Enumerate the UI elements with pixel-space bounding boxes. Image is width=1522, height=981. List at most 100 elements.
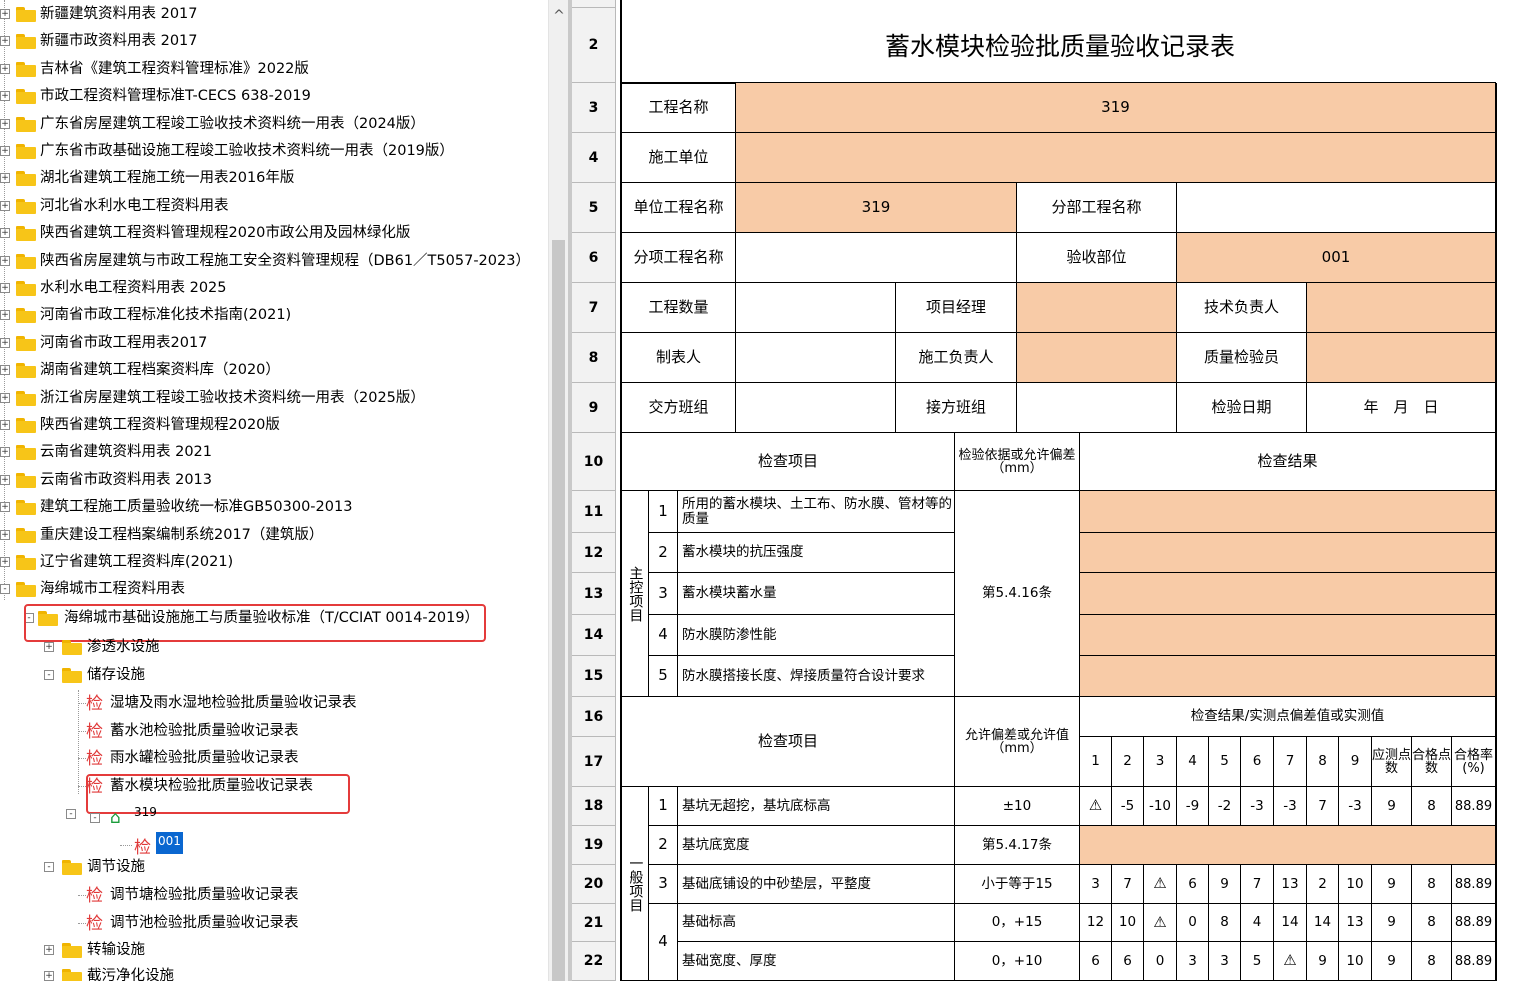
- expander-icon[interactable]: +: [0, 475, 10, 485]
- label-tabulator[interactable]: 制表人: [622, 333, 736, 383]
- tree-item-form[interactable]: 检雨水罐检验批质量验收记录表: [78, 745, 548, 771]
- row-header[interactable]: 19: [572, 826, 616, 865]
- general-item-tolerance[interactable]: 第5.4.17条: [955, 826, 1080, 865]
- expander-icon[interactable]: +: [0, 228, 10, 238]
- input-cell[interactable]: [736, 283, 896, 333]
- header-check-item[interactable]: 检查项目: [622, 433, 955, 491]
- point-value[interactable]: 7: [1307, 787, 1339, 826]
- point-number-header[interactable]: 8: [1307, 737, 1339, 787]
- main-item-text[interactable]: 蓄水模块蓄水量: [678, 573, 955, 615]
- point-value[interactable]: 3: [1209, 942, 1241, 981]
- pass-points[interactable]: 8: [1412, 865, 1452, 904]
- row-header[interactable]: 15: [572, 656, 616, 697]
- point-value[interactable]: 10: [1339, 942, 1372, 981]
- expander-icon[interactable]: +: [0, 119, 10, 129]
- label-construction-lead[interactable]: 施工负责人: [896, 333, 1017, 383]
- expander-icon[interactable]: +: [0, 201, 10, 211]
- input-cell[interactable]: [736, 383, 896, 433]
- general-item-text[interactable]: 基础标高: [678, 904, 955, 942]
- expander-icon[interactable]: +: [0, 283, 10, 293]
- label-takeover-shift[interactable]: 接方班组: [896, 383, 1017, 433]
- main-item-result[interactable]: [1080, 615, 1496, 656]
- tree-item[interactable]: + 广东省房屋建筑工程竣工验收技术资料统一用表（2024版）: [0, 111, 548, 137]
- point-value[interactable]: 2: [1307, 865, 1339, 904]
- label-pm[interactable]: 项目经理: [896, 283, 1017, 333]
- point-value[interactable]: -3: [1241, 787, 1274, 826]
- point-value[interactable]: 7: [1241, 865, 1274, 904]
- tree-item[interactable]: + 浙江省房屋建筑工程竣工验收技术资料统一用表（2025版）: [0, 385, 548, 411]
- expander-icon[interactable]: +: [0, 365, 10, 375]
- pass-rate[interactable]: 88.89: [1452, 942, 1496, 981]
- tree-item-form[interactable]: 检调节池检验批质量验收记录表: [78, 910, 548, 936]
- point-value[interactable]: 14: [1274, 904, 1307, 942]
- label-subitem-project[interactable]: 分项工程名称: [622, 233, 736, 283]
- inspection-part-value[interactable]: 001: [1177, 233, 1496, 283]
- header-basis[interactable]: 检验依据或允许偏差（mm）: [955, 433, 1080, 491]
- expander-icon[interactable]: +: [0, 146, 10, 156]
- point-value[interactable]: -3: [1274, 787, 1307, 826]
- tree-item[interactable]: + 辽宁省建筑工程资料库(2021): [0, 549, 548, 575]
- main-item-no[interactable]: 1: [649, 491, 678, 533]
- row-header[interactable]: 17: [572, 737, 616, 787]
- label-inspection-part[interactable]: 验收部位: [1017, 233, 1177, 283]
- label-date-val[interactable]: 年 月 日: [1307, 383, 1496, 433]
- tree-item[interactable]: + 新疆市政资料用表 2017: [0, 28, 548, 54]
- point-value[interactable]: 3: [1177, 942, 1209, 981]
- header-check-result[interactable]: 检查结果: [1080, 433, 1496, 491]
- tree-item-storage[interactable]: - 储存设施: [44, 662, 548, 688]
- header-result-points[interactable]: 检查结果/实测点偏差值或实测值: [1080, 697, 1496, 737]
- label-quality-inspector[interactable]: 质量检验员: [1177, 333, 1307, 383]
- general-label[interactable]: 一般项目: [622, 787, 649, 981]
- should-points[interactable]: 9: [1372, 787, 1412, 826]
- main-item-text[interactable]: 蓄水模块的抗压强度: [678, 533, 955, 573]
- main-item-result[interactable]: [1080, 533, 1496, 573]
- point-value[interactable]: 13: [1339, 904, 1372, 942]
- main-item-text[interactable]: 防水膜搭接长度、焊接质量符合设计要求: [678, 656, 955, 697]
- point-value[interactable]: 3: [1080, 865, 1112, 904]
- tree-item[interactable]: + 市政工程资料管理标准T-CECS 638-2019: [0, 83, 548, 109]
- pass-points[interactable]: 8: [1412, 904, 1452, 942]
- main-item-result[interactable]: [1080, 491, 1496, 533]
- tree-item-infiltration[interactable]: + 渗透水设施: [44, 634, 548, 660]
- row-header[interactable]: 20: [572, 865, 616, 904]
- point-number-header[interactable]: 3: [1144, 737, 1177, 787]
- input-cell[interactable]: [1307, 333, 1496, 383]
- point-value[interactable]: 10: [1339, 865, 1372, 904]
- expander-icon[interactable]: +: [0, 310, 10, 320]
- tree-item[interactable]: - 海绵城市工程资料用表: [0, 576, 548, 602]
- point-value[interactable]: 6: [1177, 865, 1209, 904]
- expander-icon[interactable]: -: [0, 584, 10, 594]
- point-value[interactable]: 0: [1144, 942, 1177, 981]
- general-item-no[interactable]: 1: [649, 787, 678, 826]
- header-allow-dev[interactable]: 允许偏差或允许值（mm）: [955, 697, 1080, 787]
- row-header[interactable]: 8: [572, 333, 616, 383]
- input-cell[interactable]: [736, 333, 896, 383]
- pass-rate[interactable]: 88.89: [1452, 865, 1496, 904]
- point-value[interactable]: -9: [1177, 787, 1209, 826]
- main-control-label[interactable]: 主控项目: [622, 491, 649, 697]
- expander-icon[interactable]: +: [0, 91, 10, 101]
- row-header[interactable]: 10: [572, 433, 616, 491]
- point-value[interactable]: -10: [1144, 787, 1177, 826]
- tree-item-form[interactable]: 检蓄水池检验批质量验收记录表: [78, 718, 548, 744]
- tree-item-transport[interactable]: + 转输设施: [44, 937, 548, 963]
- main-item-no[interactable]: 3: [649, 573, 678, 615]
- expander-icon[interactable]: +: [0, 393, 10, 403]
- point-number-header[interactable]: 9: [1339, 737, 1372, 787]
- tree-item[interactable]: + 湖南省建筑工程档案资料库（2020）: [0, 357, 548, 383]
- tree-item[interactable]: + 湖北省建筑工程施工统一用表2016年版: [0, 165, 548, 191]
- tree-item[interactable]: + 陕西省建筑工程资料管理规程2020版: [0, 412, 548, 438]
- point-value[interactable]: 0: [1177, 904, 1209, 942]
- warning-icon[interactable]: ⚠: [1144, 904, 1177, 942]
- header-pass-points[interactable]: 合格点数: [1412, 737, 1452, 787]
- should-points[interactable]: 9: [1372, 904, 1412, 942]
- header-pass-rate[interactable]: 合格率(%): [1452, 737, 1496, 787]
- should-points[interactable]: 9: [1372, 865, 1412, 904]
- expander-icon[interactable]: +: [0, 36, 10, 46]
- unit-project-value[interactable]: 319: [736, 183, 1017, 233]
- point-number-header[interactable]: 7: [1274, 737, 1307, 787]
- selected-record[interactable]: 001: [156, 832, 183, 854]
- project-name-value[interactable]: 319: [736, 83, 1496, 133]
- pass-rate[interactable]: 88.89: [1452, 904, 1496, 942]
- input-cell[interactable]: [1307, 283, 1496, 333]
